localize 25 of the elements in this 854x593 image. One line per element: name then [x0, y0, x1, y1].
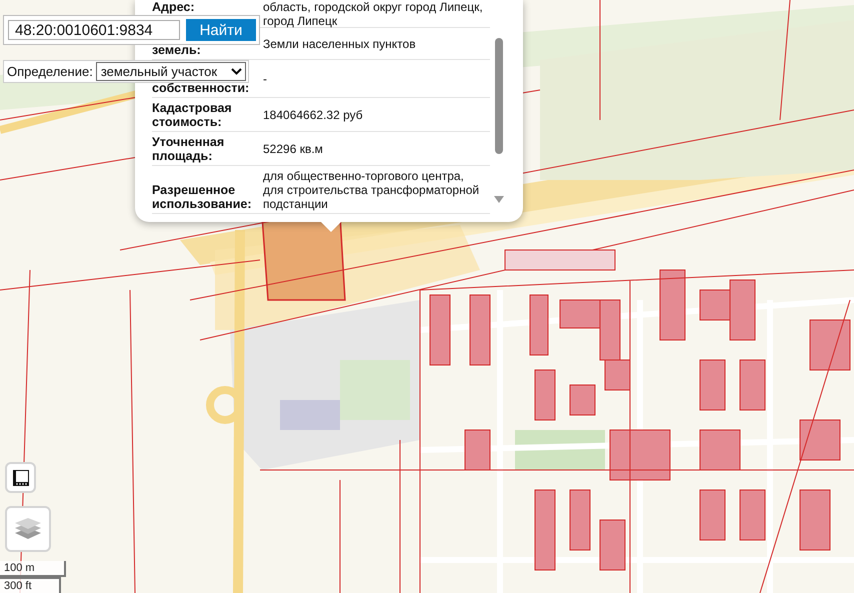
metric-scale: 100 m: [0, 561, 66, 577]
field-label: Адрес:: [152, 0, 196, 16]
field-value: -: [263, 72, 268, 86]
ruler-button[interactable]: [5, 462, 36, 493]
scrollbar-thumb[interactable]: [495, 38, 503, 154]
field-label: Кадастровая стоимость:: [152, 101, 233, 131]
definition-select[interactable]: земельный участок: [96, 62, 246, 81]
layers-button[interactable]: [5, 506, 51, 552]
search-field[interactable]: 48:20:0010601:9834: [8, 20, 180, 40]
definition-label: Определение:: [7, 64, 93, 79]
field-value: для общественно-торгового центра, для строительства трансформаторной подстанции: [263, 168, 480, 210]
layers-icon: [14, 516, 42, 542]
field-value: 52296 кв.м: [263, 142, 324, 156]
field-label: земель:: [152, 43, 202, 59]
field-value: Земли населенных пунктов: [263, 36, 417, 50]
imperial-scale: 300 ft: [0, 577, 61, 593]
field-label: Уточненная площадь:: [152, 135, 226, 165]
ruler-icon: [12, 468, 30, 486]
field-label: Разрешенное использование:: [152, 183, 252, 213]
field-label: собственности:: [152, 81, 250, 97]
field-value: область, городской округ город Липецк, город Липецк: [263, 0, 484, 28]
scroll-down-icon[interactable]: [494, 196, 504, 203]
chevron-icon: [230, 68, 242, 75]
find-button[interactable]: Найти: [186, 19, 256, 41]
field-value: 184064662.32 руб: [263, 108, 364, 122]
